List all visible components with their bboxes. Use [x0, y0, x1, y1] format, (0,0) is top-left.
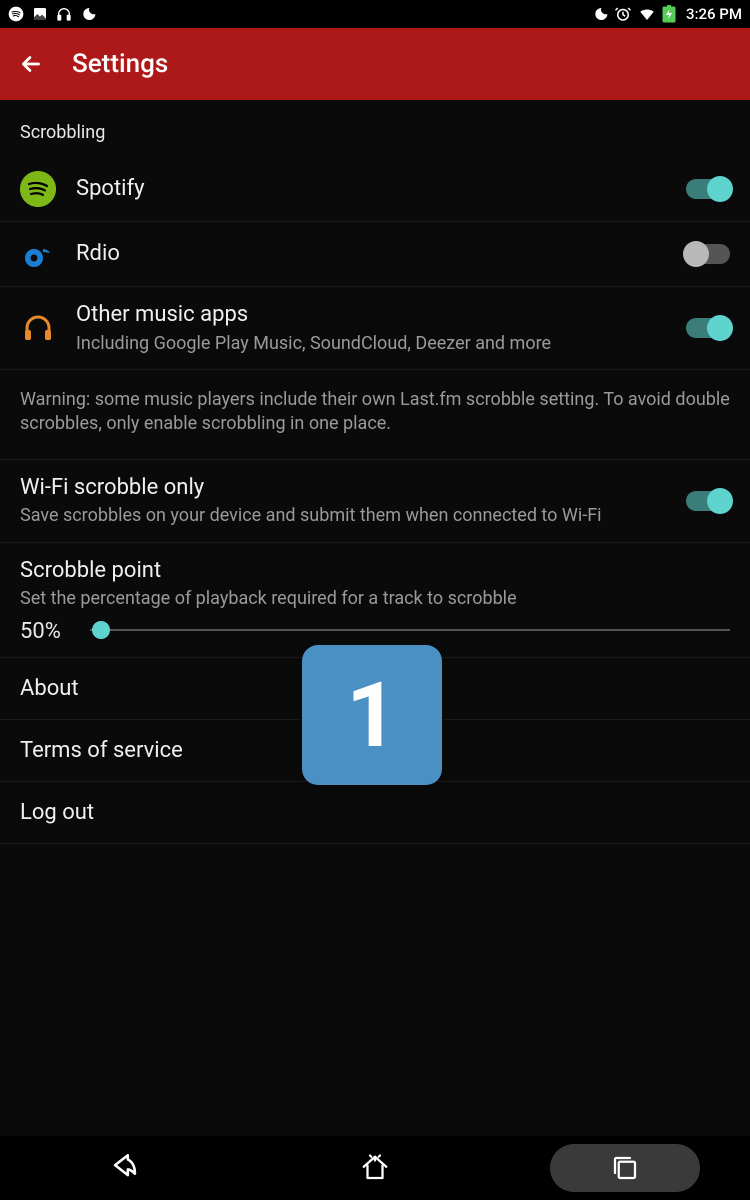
headphones-app-icon [20, 310, 56, 346]
wifi-only-toggle[interactable] [686, 491, 730, 511]
back-icon[interactable] [18, 51, 44, 77]
spotify-label: Spotify [76, 175, 686, 204]
nav-back-button[interactable] [50, 1144, 200, 1192]
wifi-only-sub: Save scrobbles on your device and submit… [20, 504, 686, 527]
dnd-moon-icon [592, 6, 608, 22]
rdio-toggle[interactable] [686, 244, 730, 264]
page-title: Settings [72, 49, 168, 79]
scrobble-warning: Warning: some music players include thei… [0, 370, 750, 460]
battery-icon [662, 5, 676, 23]
row-other-apps[interactable]: Other music apps Including Google Play M… [0, 287, 750, 370]
app-bar: Settings [0, 28, 750, 100]
scrobble-point-sub: Set the percentage of playback required … [20, 587, 730, 610]
wifi-icon [638, 5, 656, 23]
wifi-only-label: Wi-Fi scrobble only [20, 474, 686, 503]
status-right: 3:26 PM [592, 5, 742, 23]
moon-status-icon [80, 6, 96, 22]
spotify-icon [20, 171, 56, 207]
overlay-badge: 1 [302, 645, 442, 785]
slider-thumb[interactable] [92, 621, 110, 639]
scrobble-point-value: 50% [20, 619, 61, 644]
status-left [8, 6, 96, 22]
other-apps-label: Other music apps [76, 301, 686, 330]
rdio-icon [20, 236, 56, 272]
other-apps-sub: Including Google Play Music, SoundCloud,… [76, 332, 686, 355]
row-wifi-only[interactable]: Wi-Fi scrobble only Save scrobbles on yo… [0, 460, 750, 543]
spotify-status-icon [8, 6, 24, 22]
row-logout[interactable]: Log out [0, 782, 750, 844]
row-scrobble-point[interactable]: Scrobble point Set the percentage of pla… [0, 543, 750, 658]
row-rdio[interactable]: Rdio [0, 222, 750, 287]
row-spotify[interactable]: Spotify [0, 157, 750, 222]
nav-home-button[interactable] [300, 1144, 450, 1192]
section-header-scrobbling: Scrobbling [0, 100, 750, 157]
status-bar: 3:26 PM [0, 0, 750, 28]
scrobble-point-label: Scrobble point [20, 557, 730, 586]
nav-recent-button[interactable] [550, 1144, 700, 1192]
picture-status-icon [32, 6, 48, 22]
rdio-label: Rdio [76, 240, 686, 269]
status-time: 3:26 PM [686, 5, 742, 23]
spotify-toggle[interactable] [686, 179, 730, 199]
overlay-label: 1 [346, 663, 398, 768]
alarm-icon [614, 5, 632, 23]
other-apps-toggle[interactable] [686, 318, 730, 338]
headphones-status-icon [56, 6, 72, 22]
nav-bar [0, 1136, 750, 1200]
slider-track [90, 629, 730, 631]
